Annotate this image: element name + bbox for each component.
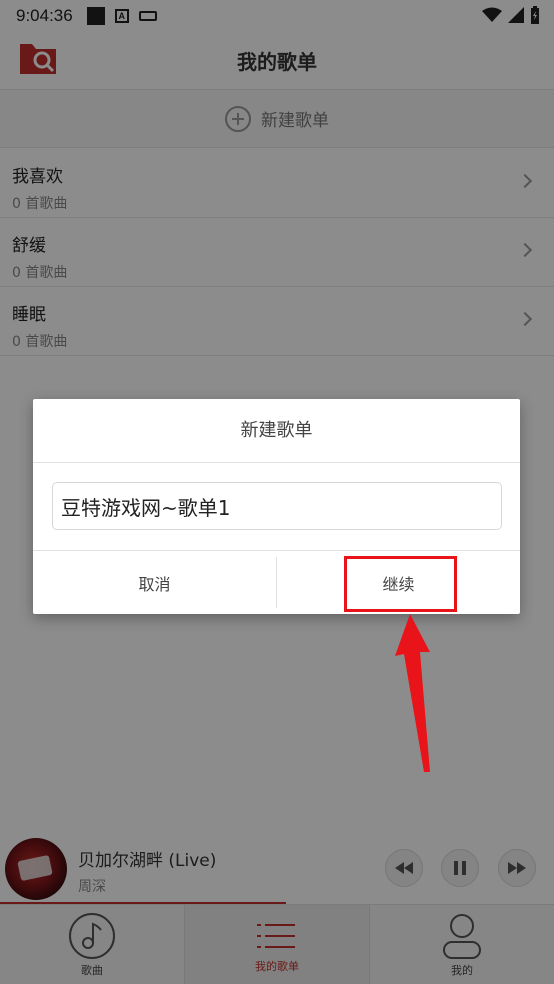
arrow-annotation [395,614,430,772]
